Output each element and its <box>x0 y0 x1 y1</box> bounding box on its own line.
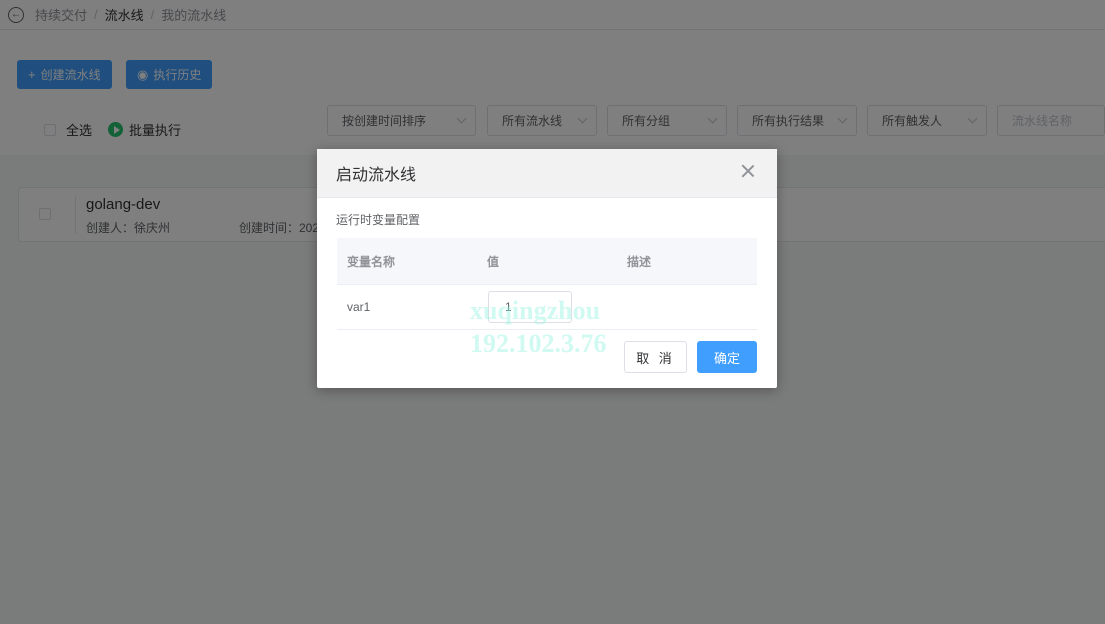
runtime-variables-title: 运行时变量配置 <box>336 213 421 227</box>
start-pipeline-dialog: 启动流水线 运行时变量配置 变量名称 值 描述 var1 1 取 消 确定 <box>317 149 777 388</box>
variable-value-input[interactable]: 1 <box>488 291 572 323</box>
dialog-header: 启动流水线 <box>317 149 777 198</box>
table-header: 变量名称 值 描述 <box>337 238 757 285</box>
variables-table: 变量名称 值 描述 var1 1 <box>337 238 757 330</box>
variable-name: var1 <box>347 300 371 314</box>
variable-value: 1 <box>505 300 512 314</box>
column-header-name: 变量名称 <box>347 254 396 269</box>
column-header-description: 描述 <box>627 254 652 269</box>
column-header-value: 值 <box>487 254 500 269</box>
table-row: var1 1 <box>337 285 757 330</box>
confirm-button[interactable]: 确定 <box>697 341 757 373</box>
cancel-button[interactable]: 取 消 <box>624 341 687 373</box>
dialog-title: 启动流水线 <box>336 167 417 184</box>
close-icon[interactable] <box>741 164 755 178</box>
